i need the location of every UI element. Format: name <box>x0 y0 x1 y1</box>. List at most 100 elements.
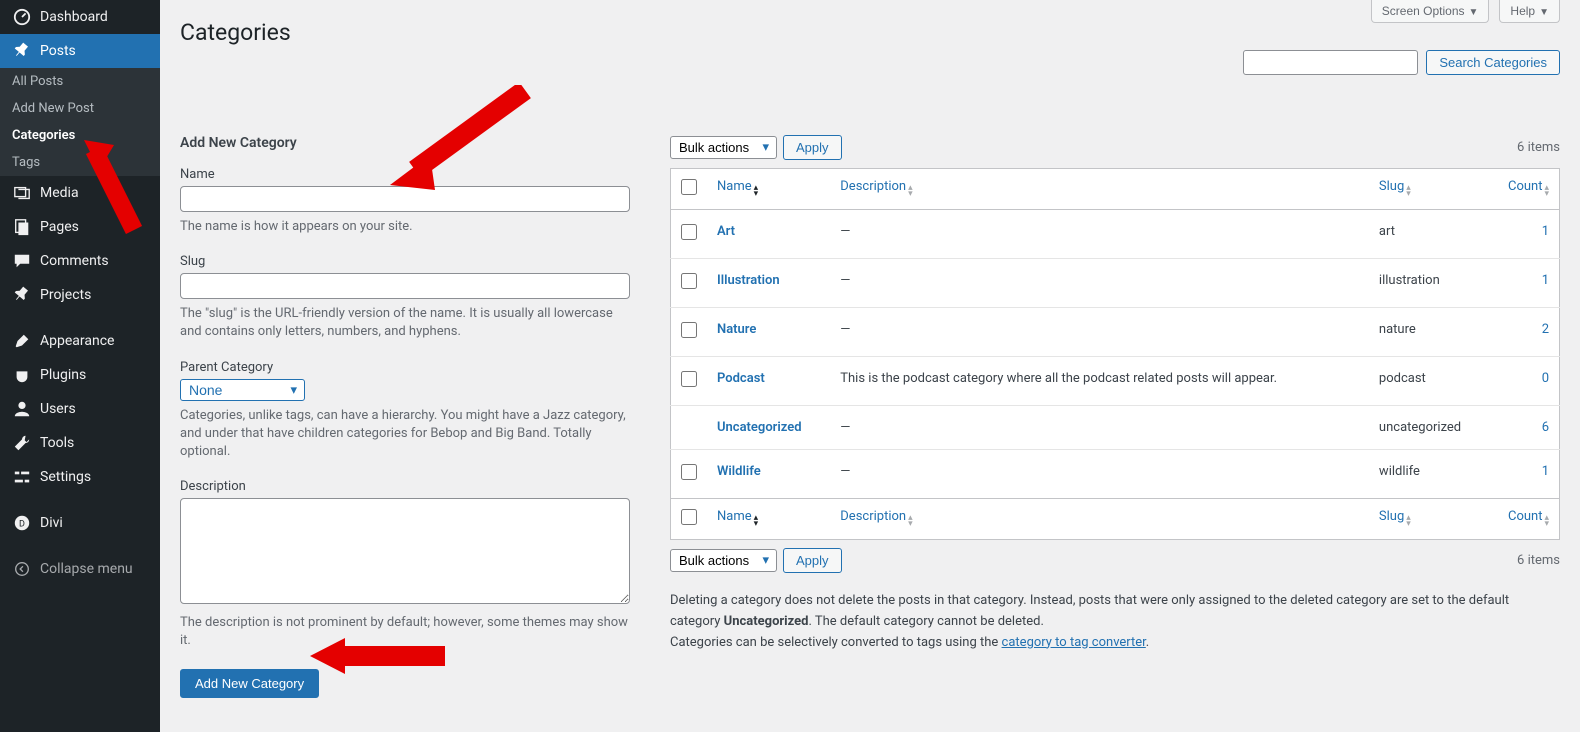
sort-icon: ▴▾ <box>908 185 913 197</box>
sidebar-subitem-categories[interactable]: Categories <box>0 122 160 149</box>
table-row: Podcast This is the podcast category wher… <box>671 357 1560 406</box>
category-slug: podcast <box>1369 357 1490 406</box>
sort-icon: ▴▾ <box>754 185 759 197</box>
description-description: The description is not prominent by defa… <box>180 614 630 650</box>
sidebar-item-plugins[interactable]: Plugins <box>0 358 160 392</box>
svg-text:D: D <box>19 520 25 530</box>
screen-options-button[interactable]: Screen Options▼ <box>1371 0 1490 23</box>
column-slug[interactable]: Slug▴▾ <box>1379 179 1411 194</box>
category-count-link[interactable]: 1 <box>1542 273 1549 288</box>
category-count-link[interactable]: 1 <box>1542 464 1549 479</box>
sidebar-item-collapse[interactable]: Collapse menu <box>0 552 160 586</box>
settings-icon <box>12 468 32 486</box>
row-checkbox[interactable] <box>681 273 697 289</box>
category-description: This is the podcast category where all t… <box>830 357 1369 406</box>
sidebar-item-tools[interactable]: Tools <box>0 426 160 460</box>
sidebar-item-media[interactable]: Media <box>0 176 160 210</box>
description-textarea[interactable] <box>180 498 630 604</box>
bulk-actions-select[interactable]: Bulk actions <box>670 136 777 159</box>
collapse-icon <box>12 560 32 578</box>
column-name[interactable]: Name▴▾ <box>717 179 758 194</box>
sidebar-item-label: Collapse menu <box>40 561 133 577</box>
sidebar-item-label: Divi <box>40 515 63 531</box>
sidebar-item-label: Settings <box>40 469 91 485</box>
apply-button-bottom[interactable]: Apply <box>783 548 842 573</box>
column-slug[interactable]: Slug▴▾ <box>1379 509 1411 524</box>
category-count-link[interactable]: 1 <box>1542 224 1549 239</box>
sort-icon: ▴▾ <box>1406 515 1411 527</box>
slug-label: Slug <box>180 254 630 269</box>
category-name-link[interactable]: Podcast <box>717 371 765 386</box>
category-count-link[interactable]: 0 <box>1542 371 1549 386</box>
parent-description: Categories, unlike tags, can have a hier… <box>180 407 630 462</box>
parent-select[interactable]: None <box>180 379 305 401</box>
form-title: Add New Category <box>180 135 630 151</box>
search-button[interactable]: Search Categories <box>1426 50 1560 75</box>
add-category-button[interactable]: Add New Category <box>180 669 319 698</box>
category-name-link[interactable]: Uncategorized <box>717 420 802 435</box>
bulk-actions-select-bottom[interactable]: Bulk actions <box>670 549 777 572</box>
add-category-form: Add New Category Name The name is how it… <box>180 135 630 698</box>
sort-icon: ▴▾ <box>1544 515 1549 527</box>
parent-label: Parent Category <box>180 360 630 375</box>
search-input[interactable] <box>1243 50 1418 75</box>
sidebar-item-settings[interactable]: Settings <box>0 460 160 494</box>
sidebar-subitem-add-new[interactable]: Add New Post <box>0 95 160 122</box>
sidebar-submenu: All Posts Add New Post Categories Tags <box>0 68 160 176</box>
sidebar-item-label: Users <box>40 401 76 417</box>
users-icon <box>12 400 32 418</box>
sidebar-item-label: Plugins <box>40 367 86 383</box>
sidebar-item-appearance[interactable]: Appearance <box>0 324 160 358</box>
sidebar-item-users[interactable]: Users <box>0 392 160 426</box>
sidebar-item-comments[interactable]: Comments <box>0 244 160 278</box>
column-description[interactable]: Description▴▾ <box>840 509 912 524</box>
category-slug: wildlife <box>1369 450 1490 499</box>
apply-button[interactable]: Apply <box>783 135 842 160</box>
footer-notes: Deleting a category does not delete the … <box>670 591 1560 653</box>
sidebar-subitem-all-posts[interactable]: All Posts <box>0 68 160 95</box>
sidebar-item-divi[interactable]: D Divi <box>0 506 160 540</box>
pin-icon <box>12 286 32 304</box>
column-description[interactable]: Description▴▾ <box>840 179 912 194</box>
row-checkbox[interactable] <box>681 464 697 480</box>
select-all-checkbox[interactable] <box>681 179 697 195</box>
name-input[interactable] <box>180 186 630 212</box>
row-checkbox[interactable] <box>681 224 697 240</box>
sidebar-item-label: Posts <box>40 43 76 59</box>
category-name-link[interactable]: Nature <box>717 322 756 337</box>
column-count[interactable]: Count▴▾ <box>1508 179 1549 194</box>
sidebar-item-label: Dashboard <box>40 9 108 25</box>
category-count-link[interactable]: 6 <box>1542 420 1549 435</box>
column-count[interactable]: Count▴▾ <box>1508 509 1549 524</box>
sidebar-item-pages[interactable]: Pages <box>0 210 160 244</box>
sidebar-subitem-tags[interactable]: Tags <box>0 149 160 176</box>
table-row: Nature—nature2 <box>671 308 1560 357</box>
row-checkbox[interactable] <box>681 322 697 338</box>
screen-meta: Screen Options▼ Help▼ <box>1371 0 1560 23</box>
appearance-icon <box>12 332 32 350</box>
category-list: Bulk actions Apply 6 items Name▴▾ Descri… <box>670 135 1560 698</box>
categories-table: Name▴▾ Description▴▾ Slug▴▾ Count▴▾ Art —… <box>670 168 1560 540</box>
slug-input[interactable] <box>180 273 630 299</box>
category-name-link[interactable]: Illustration <box>717 273 780 288</box>
row-checkbox[interactable] <box>681 371 697 387</box>
converter-link[interactable]: category to tag converter <box>1002 635 1146 650</box>
sidebar-item-projects[interactable]: Projects <box>0 278 160 312</box>
category-description: — <box>830 210 1369 259</box>
caret-down-icon: ▼ <box>1539 7 1549 18</box>
sort-icon: ▴▾ <box>1544 185 1549 197</box>
tablenav-top: Bulk actions Apply 6 items <box>670 135 1560 160</box>
sidebar-item-posts[interactable]: Posts <box>0 34 160 68</box>
sort-icon: ▴▾ <box>1406 185 1411 197</box>
dashboard-icon <box>12 8 32 26</box>
sidebar-item-dashboard[interactable]: Dashboard <box>0 0 160 34</box>
admin-sidebar: Dashboard Posts All Posts Add New Post C… <box>0 0 160 732</box>
column-name[interactable]: Name▴▾ <box>717 509 758 524</box>
category-name-link[interactable]: Wildlife <box>717 464 761 479</box>
table-row: Illustration—illustration1 <box>671 259 1560 308</box>
select-all-checkbox-bottom[interactable] <box>681 509 697 525</box>
help-button[interactable]: Help▼ <box>1499 0 1560 23</box>
category-name-link[interactable]: Art <box>717 224 735 239</box>
search-box: Search Categories <box>180 50 1560 75</box>
category-count-link[interactable]: 2 <box>1542 322 1549 337</box>
